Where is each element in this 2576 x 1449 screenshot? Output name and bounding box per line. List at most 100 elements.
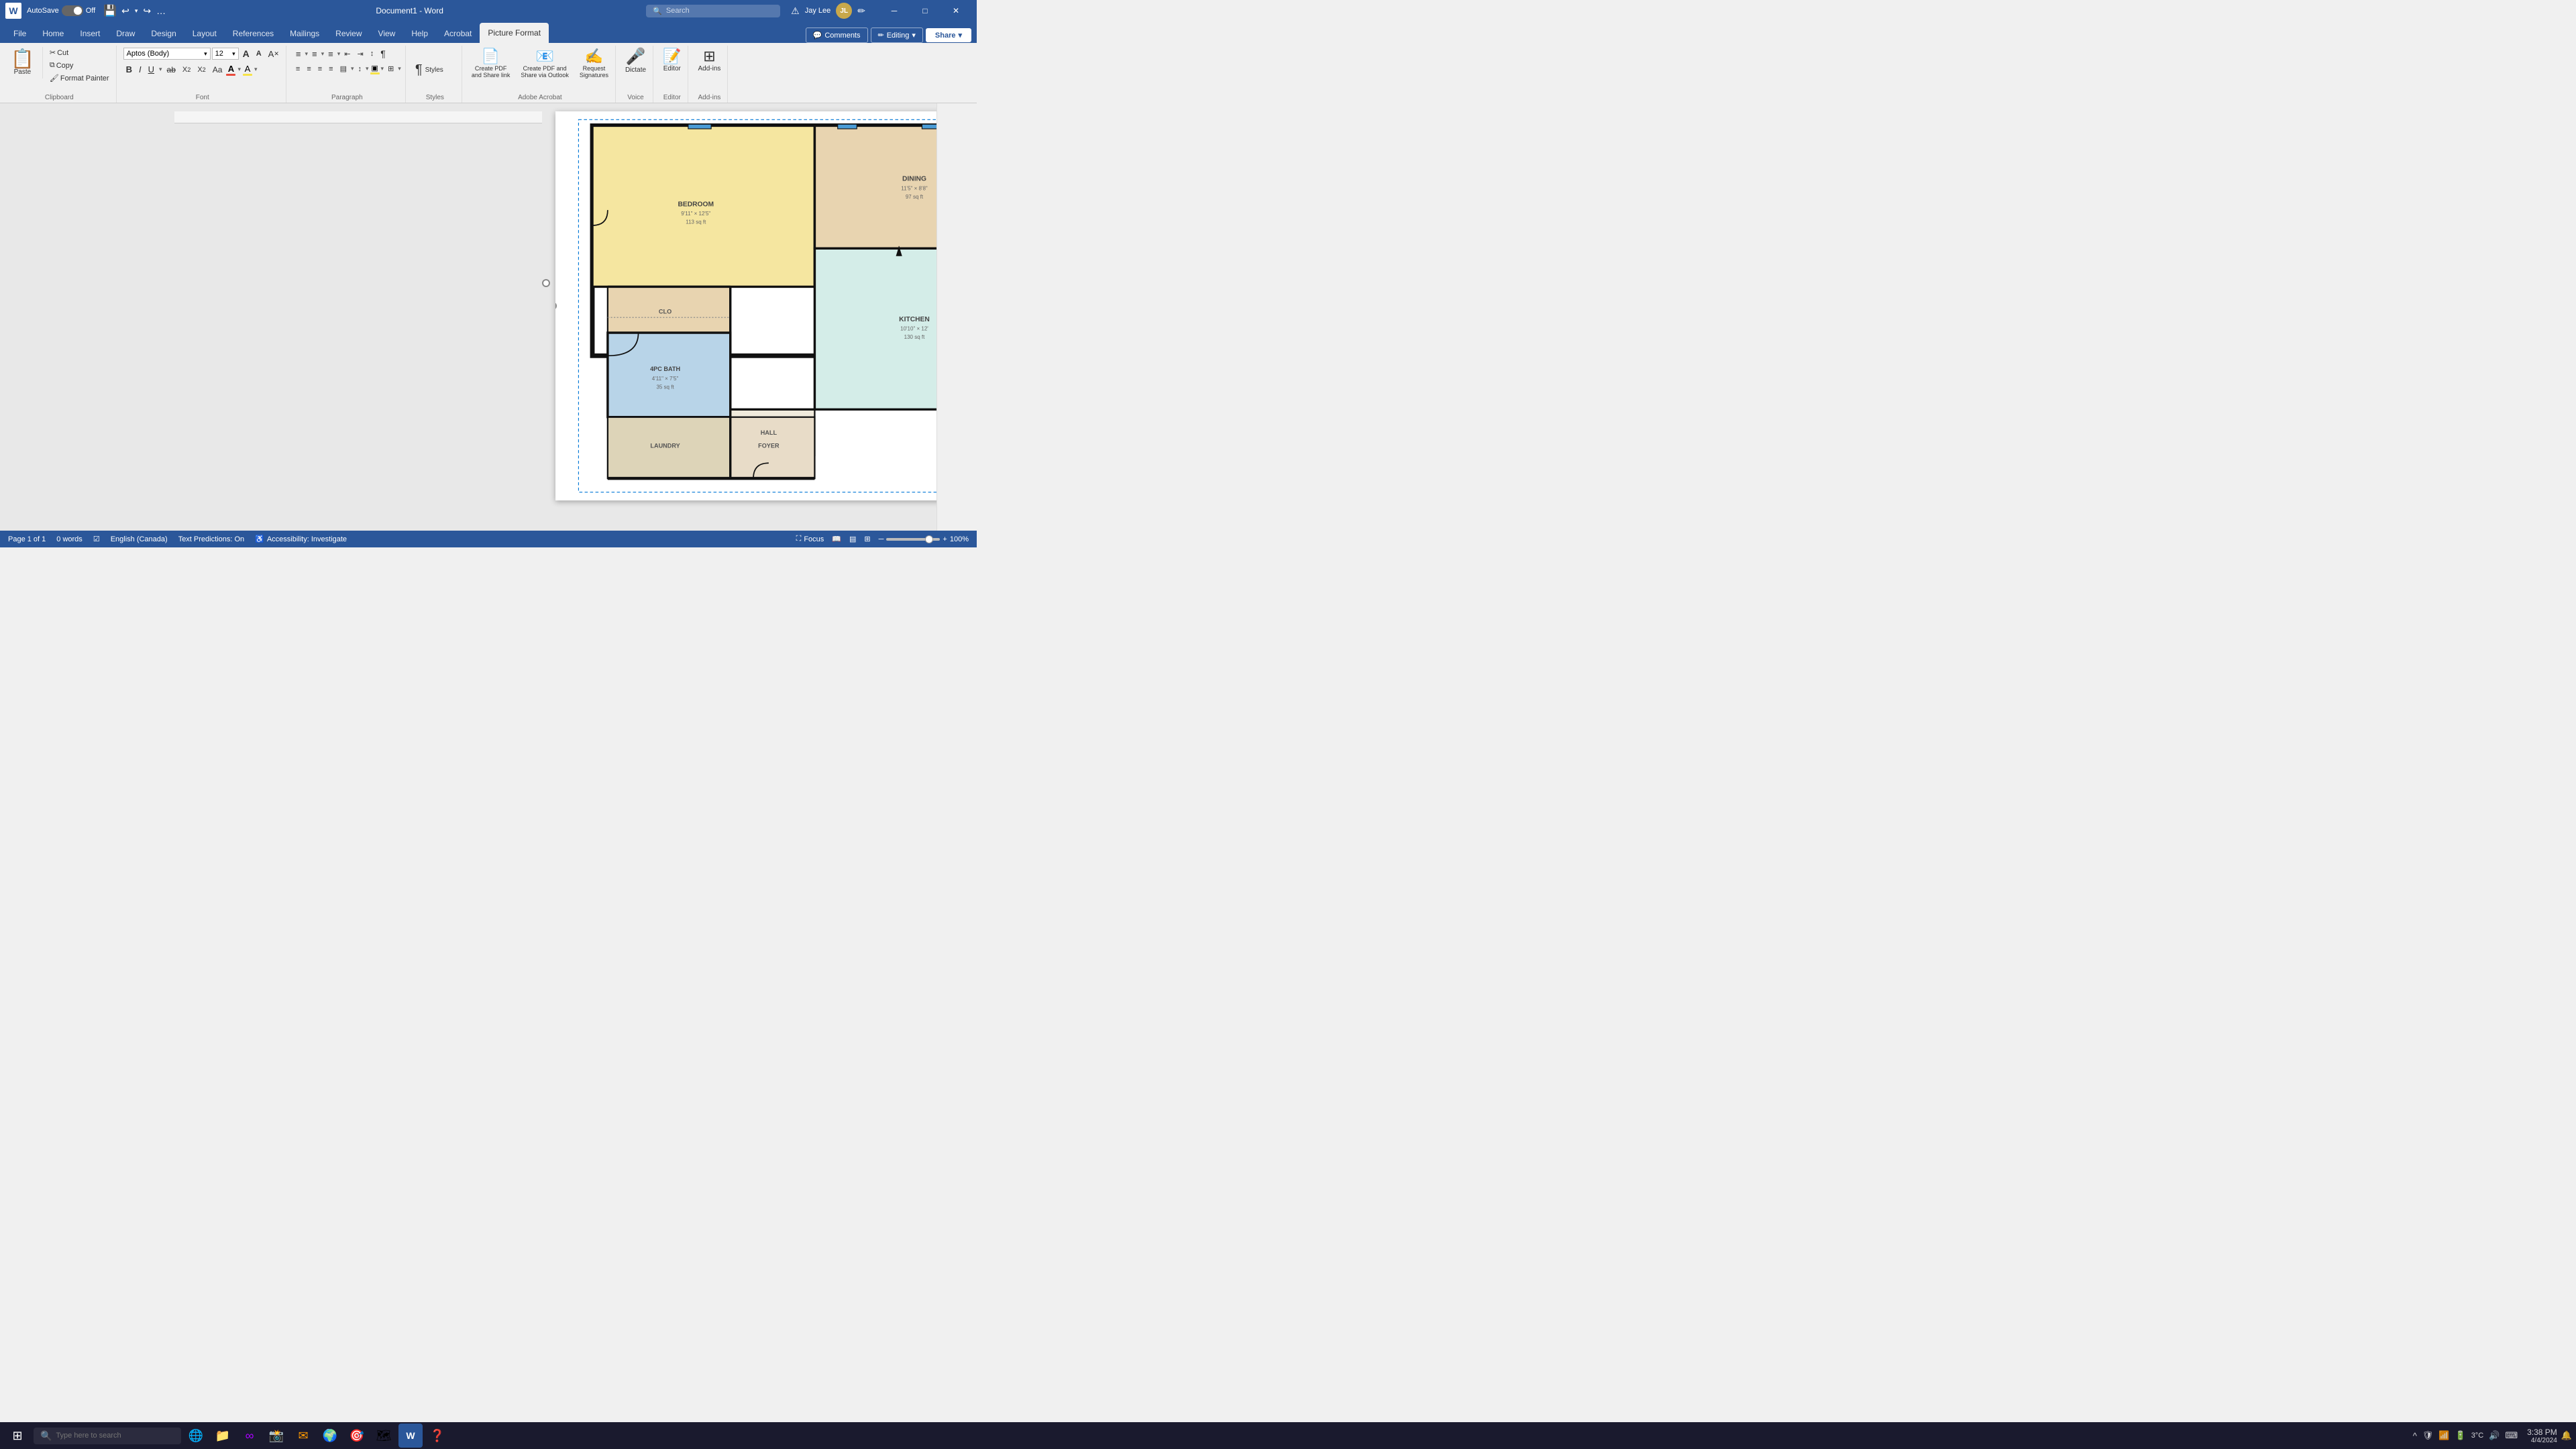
format-painter-button[interactable]: 🖌 Format Painter bbox=[47, 72, 112, 84]
comments-button[interactable]: 💬 Comments bbox=[806, 28, 868, 43]
minimize-button[interactable]: ─ bbox=[879, 0, 910, 21]
left-resize-handle[interactable] bbox=[542, 279, 550, 287]
tab-help[interactable]: Help bbox=[403, 24, 436, 43]
antivirus-tray-icon[interactable]: 🛡 bbox=[2422, 1430, 2434, 1441]
notification-bell-icon[interactable]: 🔔 bbox=[2561, 1430, 2572, 1441]
styles-button[interactable]: ¶ Styles bbox=[413, 60, 446, 80]
infinity-taskbar-icon[interactable]: ∞ bbox=[237, 1424, 262, 1448]
avatar[interactable]: JL bbox=[836, 3, 852, 19]
floorplan-container[interactable]: BEDROOM 9'11" × 12'5" 113 sq ft DINING 1… bbox=[569, 118, 936, 494]
font-name-selector[interactable]: Aptos (Body) ▾ bbox=[123, 48, 211, 60]
font-shrink-button[interactable]: A bbox=[254, 48, 264, 59]
align-left-button[interactable]: ≡ bbox=[293, 64, 303, 74]
taskbar-search-box[interactable]: 🔍 bbox=[34, 1428, 181, 1444]
sort-button[interactable]: ↕ bbox=[368, 48, 377, 59]
font-size-selector[interactable]: 12 ▾ bbox=[212, 48, 239, 60]
tab-view[interactable]: View bbox=[370, 24, 404, 43]
tab-home[interactable]: Home bbox=[34, 24, 72, 43]
case-button[interactable]: Aa bbox=[210, 64, 225, 76]
battery-tray-icon[interactable]: 🔋 bbox=[2455, 1430, 2466, 1441]
align-right-button[interactable]: ≡ bbox=[315, 64, 325, 74]
borders-button[interactable]: ⊞ bbox=[385, 63, 396, 74]
zoom-control[interactable]: ─ + 100% bbox=[879, 535, 969, 543]
pen-icon[interactable]: ✏ bbox=[857, 5, 865, 17]
font-grow-button[interactable]: A bbox=[240, 47, 252, 60]
start-button[interactable]: ⊞ bbox=[4, 1424, 31, 1448]
shading-button[interactable]: ▣ bbox=[370, 64, 380, 74]
decrease-indent-button[interactable]: ⇤ bbox=[341, 48, 353, 60]
title-search-input[interactable] bbox=[666, 7, 760, 15]
language-status[interactable]: English (Canada) bbox=[111, 535, 168, 543]
close-button[interactable]: ✕ bbox=[941, 0, 971, 21]
proofing-status[interactable]: ☑ bbox=[93, 535, 100, 543]
mail-taskbar-icon[interactable]: ✉ bbox=[291, 1424, 315, 1448]
bold-button[interactable]: B bbox=[123, 63, 135, 76]
create-pdf-button[interactable]: 📄 Create PDF and Share link bbox=[469, 47, 513, 80]
page-count[interactable]: Page 1 of 1 bbox=[8, 535, 46, 543]
print-layout-button[interactable]: ▤ bbox=[849, 535, 856, 543]
line-spacing-button[interactable]: ↕ bbox=[356, 64, 365, 74]
maximize-button[interactable]: □ bbox=[910, 0, 941, 21]
tab-layout[interactable]: Layout bbox=[184, 24, 225, 43]
focus-button[interactable]: ⛶ Focus bbox=[796, 535, 824, 543]
addins-button[interactable]: ⊞ Add-ins bbox=[695, 47, 723, 74]
strikethrough-button[interactable]: ab bbox=[164, 64, 178, 76]
read-mode-button[interactable]: 📖 bbox=[832, 535, 841, 543]
tab-review[interactable]: Review bbox=[327, 24, 370, 43]
greenshot-taskbar-icon[interactable]: 📸 bbox=[264, 1424, 288, 1448]
underline-button[interactable]: U bbox=[146, 63, 157, 76]
numbering-button[interactable]: ≡ bbox=[309, 48, 320, 60]
browser2-taskbar-icon[interactable]: 🌍 bbox=[318, 1424, 342, 1448]
word-taskbar-icon[interactable]: W bbox=[398, 1424, 423, 1448]
text-predictions-status[interactable]: Text Predictions: On bbox=[178, 535, 244, 543]
paste-button[interactable]: 📋 Paste bbox=[7, 47, 38, 78]
align-center-button[interactable]: ≡ bbox=[304, 64, 313, 74]
share-button[interactable]: Share ▾ bbox=[926, 28, 971, 42]
files-taskbar-icon[interactable]: 📁 bbox=[211, 1424, 235, 1448]
increase-indent-button[interactable]: ⇥ bbox=[354, 48, 366, 60]
taskbar-search-input[interactable] bbox=[56, 1432, 163, 1440]
tab-draw[interactable]: Draw bbox=[108, 24, 143, 43]
request-signatures-button[interactable]: ✍ Request Signatures bbox=[577, 47, 611, 80]
show-marks-button[interactable]: ¶ bbox=[378, 47, 388, 60]
save-button[interactable]: 💾 bbox=[103, 4, 117, 17]
undo-dropdown[interactable]: ▾ bbox=[133, 6, 140, 16]
web-layout-button[interactable]: ⊞ bbox=[864, 535, 870, 543]
notification-tray-icon[interactable]: ^ bbox=[2413, 1431, 2417, 1441]
app7-taskbar-icon[interactable]: 🎯 bbox=[345, 1424, 369, 1448]
title-search-box[interactable]: 🔍 bbox=[646, 5, 780, 17]
speaker-tray-icon[interactable]: 🔊 bbox=[2489, 1430, 2500, 1441]
create-pdf-outlook-button[interactable]: 📧 Create PDF and Share via Outlook bbox=[518, 47, 572, 80]
italic-button[interactable]: I bbox=[136, 63, 144, 76]
wifi-tray-icon[interactable]: 📶 bbox=[2438, 1430, 2449, 1441]
app8-taskbar-icon[interactable]: 🗺 bbox=[372, 1424, 396, 1448]
justify-button[interactable]: ≡ bbox=[326, 64, 335, 74]
edge-taskbar-icon[interactable]: 🌐 bbox=[184, 1424, 208, 1448]
autosave-toggle[interactable] bbox=[62, 5, 83, 16]
subscript-button[interactable]: X2 bbox=[180, 64, 193, 75]
tab-acrobat[interactable]: Acrobat bbox=[436, 24, 480, 43]
tab-insert[interactable]: Insert bbox=[72, 24, 108, 43]
tab-design[interactable]: Design bbox=[143, 24, 184, 43]
tab-picture-format[interactable]: Picture Format bbox=[480, 23, 549, 43]
zoom-slider[interactable] bbox=[886, 538, 940, 541]
undo-button[interactable]: ↩ bbox=[119, 4, 131, 18]
redo-button[interactable]: ↪ bbox=[141, 4, 153, 18]
editing-button[interactable]: ✏ Editing ▾ bbox=[871, 28, 923, 43]
cut-button[interactable]: ✂ Cut bbox=[47, 47, 112, 58]
highlight-button[interactable]: A bbox=[243, 64, 252, 76]
left-img-resize-handle[interactable] bbox=[555, 302, 557, 310]
superscript-button[interactable]: X2 bbox=[195, 64, 208, 75]
copy-button[interactable]: ⧉ Copy bbox=[47, 60, 112, 71]
tab-references[interactable]: References bbox=[225, 24, 282, 43]
word-count[interactable]: 0 words bbox=[56, 535, 83, 543]
accessibility-status[interactable]: ♿ Accessibility: Investigate bbox=[255, 535, 347, 543]
multilevel-button[interactable]: ≡ bbox=[325, 48, 336, 60]
bullets-button[interactable]: ≡ bbox=[293, 48, 304, 60]
dictate-button[interactable]: 🎤 Dictate bbox=[623, 47, 649, 76]
editor-button[interactable]: 📝 Editor bbox=[660, 47, 684, 74]
zoom-out-button[interactable]: ─ bbox=[879, 535, 884, 543]
zoom-thumb[interactable] bbox=[925, 535, 933, 543]
column-button[interactable]: ▤ bbox=[337, 63, 350, 74]
tab-mailings[interactable]: Mailings bbox=[282, 24, 327, 43]
